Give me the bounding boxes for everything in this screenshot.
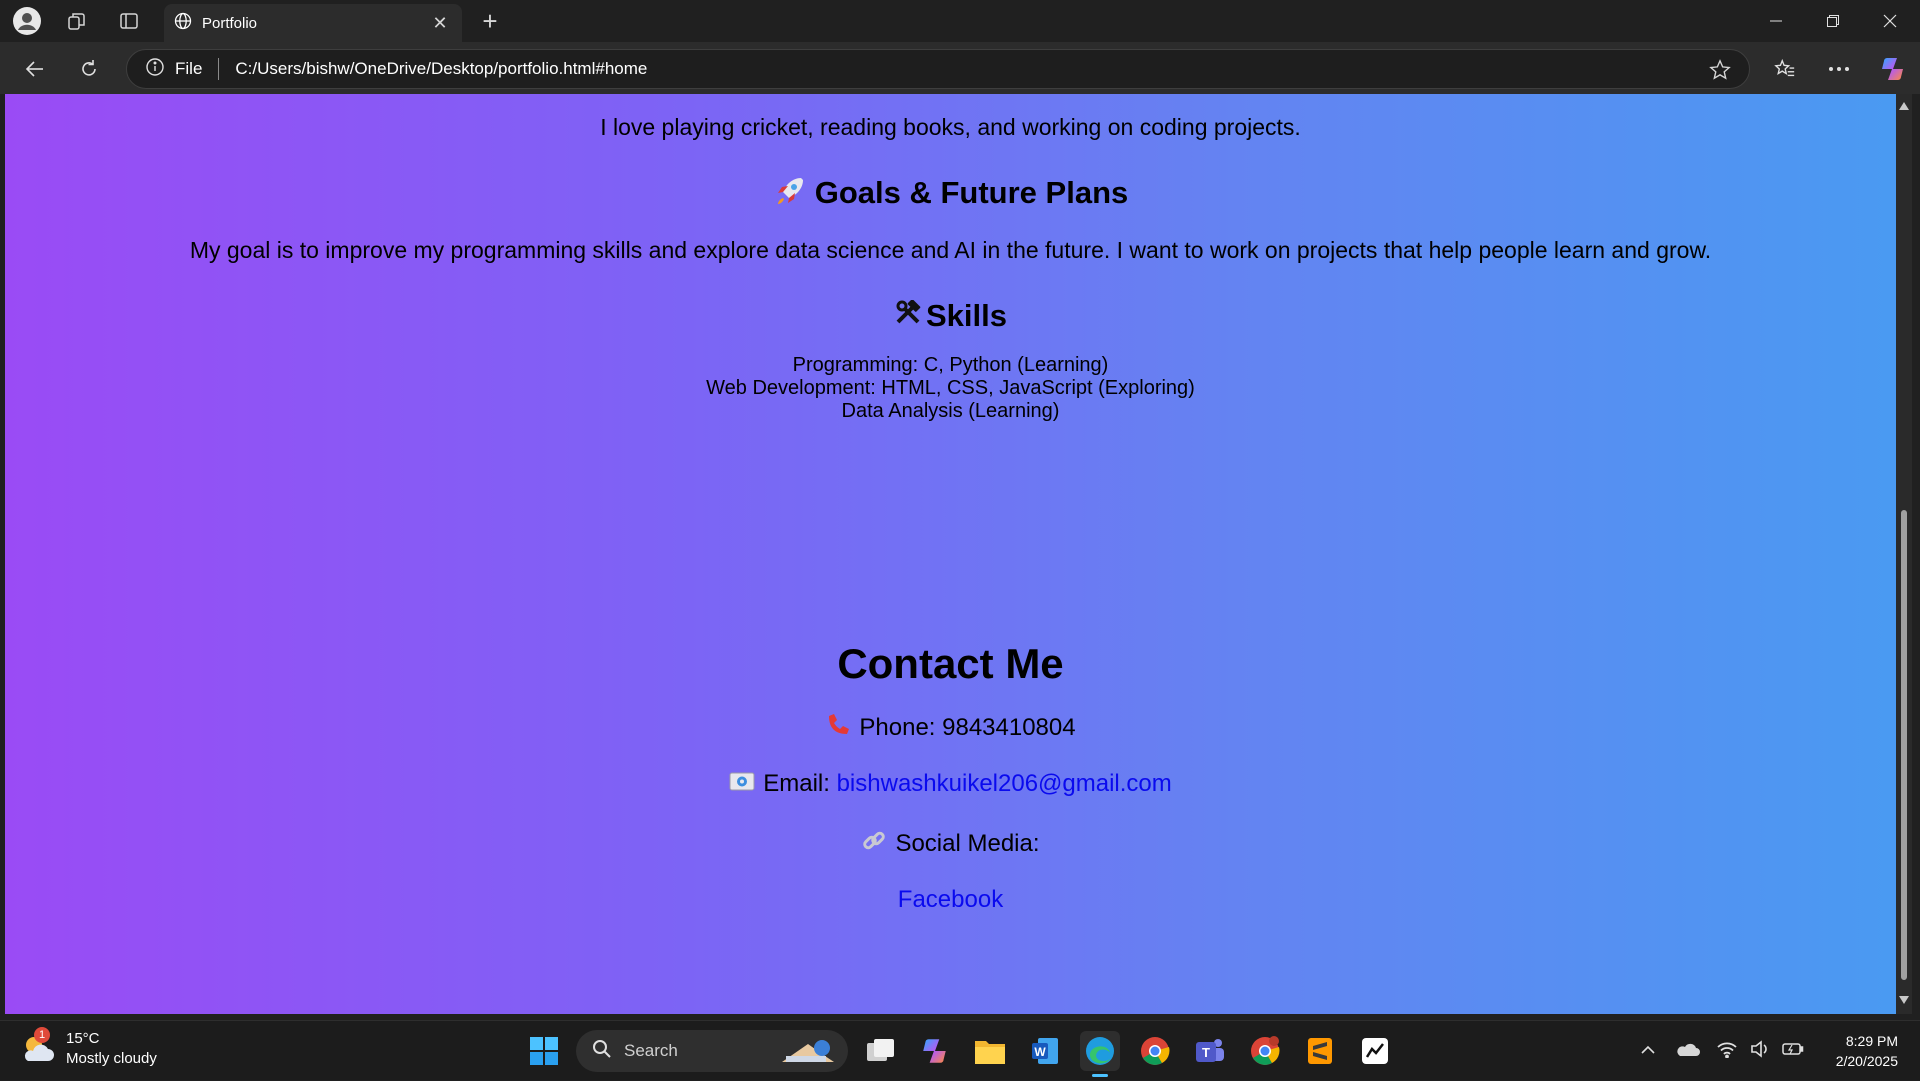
start-button[interactable] [524,1031,564,1071]
clock[interactable]: 8:29 PM 2/20/2025 [1836,1031,1898,1071]
facebook-link[interactable]: Facebook [898,886,1003,913]
weather-widget[interactable]: 1 15°C Mostly cloudy [20,1027,157,1069]
weather-desc: Mostly cloudy [66,1050,157,1067]
close-tab-icon[interactable]: ✕ [428,13,452,34]
contact-heading: Contact Me [837,640,1064,687]
chevron-up-icon[interactable] [1640,1042,1656,1060]
social-label: Social Media: [895,829,1040,857]
wifi-icon[interactable] [1716,1040,1738,1063]
stock-app-icon[interactable] [1355,1031,1395,1071]
hammer-wrench-icon [894,299,922,336]
task-view-icon[interactable] [860,1031,900,1071]
tab-bar: Portfolio ✕ + [0,0,1920,42]
workspaces-icon[interactable] [62,6,92,36]
goals-heading: Goals & Future Plans [5,174,1896,216]
svg-text:W: W [1034,1045,1046,1059]
favorites-icon[interactable] [1768,52,1802,86]
globe-icon [174,12,192,35]
skill-item: Data Analysis (Learning) [841,400,1060,422]
skill-item: Programming: C, Python (Learning) [792,354,1109,376]
close-window-button[interactable] [1862,0,1918,42]
skills-heading: Skills [5,298,1896,336]
search-placeholder: Search [624,1041,678,1060]
address-prefix: File [175,59,203,78]
word-icon[interactable]: W [1025,1031,1065,1071]
cloudy-weather-icon: 1 [20,1027,56,1067]
back-button[interactable] [18,52,52,86]
address-bar[interactable]: File C:/Users/bishw/OneDrive/Desktop/por… [126,49,1750,89]
teams-icon[interactable]: T [1190,1031,1230,1071]
copilot-app-icon[interactable] [915,1031,955,1071]
volume-icon[interactable] [1750,1039,1770,1063]
page-scrollbar[interactable] [1896,94,1912,1014]
chrome-profile-icon[interactable] [1245,1031,1285,1071]
rocket-icon [773,174,807,216]
onedrive-icon[interactable] [1676,1040,1700,1063]
contact-facebook: Facebook [5,886,1896,914]
page-viewport: I love playing cricket, reading books, a… [5,94,1896,1014]
skills-heading-text: Skills [926,298,1007,333]
phone-text: Phone: 9843410804 [859,713,1076,741]
contact-phone: Phone: 9843410804 [5,712,1896,745]
phone-icon [825,712,851,745]
url-text[interactable]: C:/Users/bishw/OneDrive/Desktop/portfoli… [235,59,647,79]
more-menu-icon[interactable] [1822,52,1856,86]
tab-title: Portfolio [202,14,258,32]
search-highlight-icon [778,1036,838,1071]
scroll-up-arrow-icon[interactable] [1899,102,1909,110]
email-link[interactable]: bishwashkuikel206@gmail.com [837,770,1172,797]
tab-portfolio[interactable]: Portfolio ✕ [164,4,462,42]
profile-icon[interactable] [12,6,42,36]
edge-icon[interactable] [1080,1031,1120,1077]
chrome-icon[interactable] [1135,1031,1175,1071]
skill-item: Web Development: HTML, CSS, JavaScript (… [706,377,1195,399]
weather-badge: 1 [34,1027,50,1043]
battery-icon[interactable] [1782,1042,1804,1061]
new-tab-button[interactable]: + [476,8,504,36]
taskbar-search[interactable]: Search [576,1030,848,1072]
browser-toolbar: File C:/Users/bishw/OneDrive/Desktop/por… [0,42,1920,94]
file-explorer-icon[interactable] [970,1031,1010,1071]
active-app-indicator [1092,1074,1108,1077]
contact-email: Email: bishwashkuikel206@gmail.com [5,770,1896,799]
sublime-text-icon[interactable] [1300,1031,1340,1071]
copilot-icon[interactable] [1876,52,1910,86]
link-icon [861,828,887,861]
address-divider [218,58,220,80]
search-icon [592,1039,612,1064]
refresh-button[interactable] [72,52,106,86]
email-icon [729,770,755,799]
skills-list: Programming: C, Python (Learning) Web De… [5,354,1896,423]
favorite-star-icon[interactable] [1709,59,1731,86]
svg-text:T: T [1202,1045,1210,1060]
scroll-down-arrow-icon[interactable] [1899,996,1909,1004]
taskbar: 1 15°C Mostly cloudy Search W T 8:29 PM … [0,1020,1920,1080]
weather-temp: 15°C [66,1030,100,1047]
clock-date: 2/20/2025 [1835,1053,1898,1069]
vertical-tabs-icon[interactable] [114,6,144,36]
system-tray [1640,1021,1804,1081]
info-icon[interactable] [145,57,165,82]
restore-button[interactable] [1805,0,1861,42]
contact-social: Social Media: [5,828,1896,861]
goals-text: My goal is to improve my programming ski… [189,237,1712,263]
hobbies-text: I love playing cricket, reading books, a… [600,114,1301,140]
clock-time: 8:29 PM [1845,1033,1898,1049]
scrollbar-thumb[interactable] [1901,510,1907,980]
minimize-button[interactable] [1748,0,1804,42]
email-label: Email: [763,770,830,797]
goals-heading-text: Goals & Future Plans [814,175,1129,211]
